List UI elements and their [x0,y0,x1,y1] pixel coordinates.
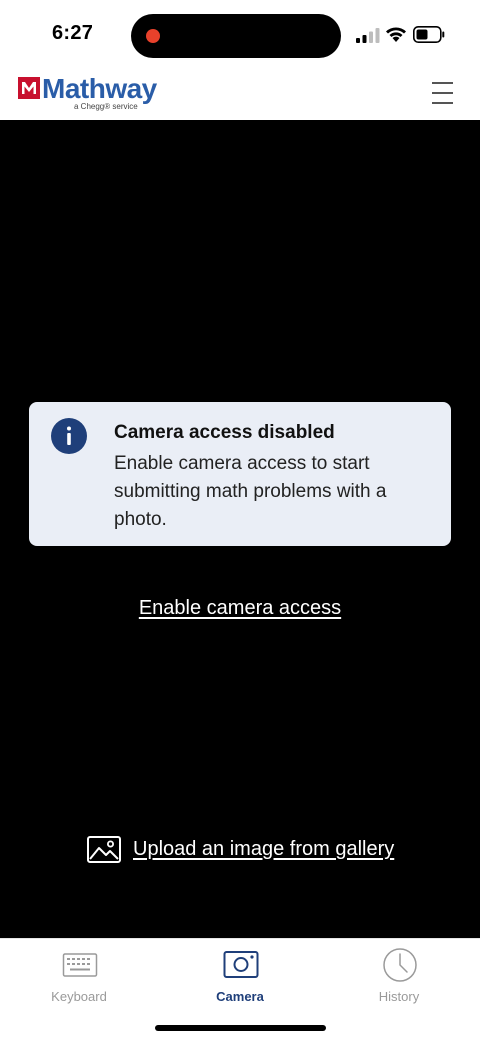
hamburger-menu-icon[interactable] [428,79,458,109]
wifi-icon [386,27,406,42]
tab-keyboard-label: Keyboard [51,989,107,1004]
logo-subtext: a Chegg® service [74,102,138,111]
enable-camera-access-link[interactable]: Enable camera access [0,597,480,620]
gallery-icon [87,836,121,863]
tab-history[interactable]: History [344,945,454,1005]
keyboard-icon [62,953,98,977]
clock-icon [383,948,417,982]
dynamic-island [131,14,341,58]
alert-message: Enable camera access to start submitting… [114,453,387,530]
tab-camera-label: Camera [216,989,264,1004]
tab-keyboard[interactable]: Keyboard [24,945,134,1005]
tab-camera[interactable]: Camera [185,945,295,1005]
battery-icon [413,26,445,43]
bottom-tab-bar: Keyboard Camera History [0,938,480,1040]
camera-viewport: Camera access disabled Enable camera acc… [0,120,480,938]
info-icon [51,418,87,454]
recording-indicator-icon [146,29,160,43]
cellular-signal-icon [356,28,380,43]
upload-image-link: Upload an image from gallery [133,838,395,860]
status-bar: 6:27 [0,0,480,70]
app-header: Mathway a Chegg® service [0,70,480,120]
status-time: 6:27 [52,22,94,44]
tab-history-label: History [378,989,420,1004]
camera-icon [223,951,259,978]
camera-access-alert: Camera access disabled Enable camera acc… [29,402,451,546]
logo-text: Mathway [42,73,157,104]
mathway-logo-mark [18,77,40,99]
mathway-logo[interactable]: Mathway a Chegg® service [18,73,158,114]
home-indicator[interactable] [155,1025,326,1031]
alert-title: Camera access disabled [114,422,335,443]
